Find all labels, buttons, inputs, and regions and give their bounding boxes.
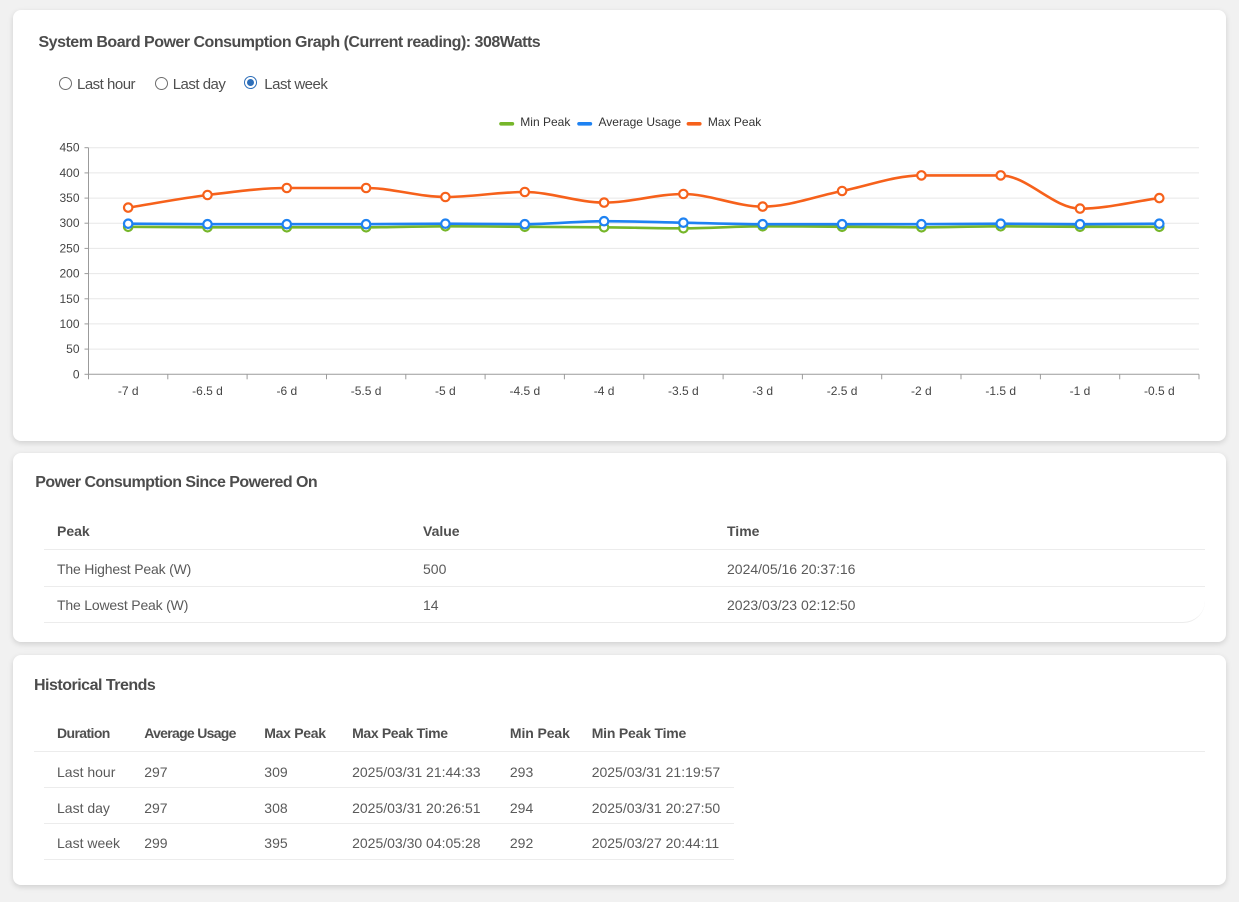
svg-text:Max Peak: Max Peak	[708, 115, 762, 129]
svg-text:-1.5 d: -1.5 d	[985, 384, 1016, 398]
svg-text:300: 300	[59, 216, 79, 230]
svg-text:-2 d: -2 d	[911, 384, 932, 398]
svg-text:0: 0	[73, 367, 80, 381]
svg-text:Average Usage: Average Usage	[599, 115, 682, 129]
svg-text:-3.5 d: -3.5 d	[668, 384, 699, 398]
svg-text:450: 450	[59, 141, 79, 155]
svg-text:-6 d: -6 d	[276, 384, 297, 398]
svg-text:-6.5 d: -6.5 d	[192, 384, 223, 398]
svg-text:-4 d: -4 d	[594, 384, 615, 398]
svg-text:200: 200	[59, 267, 79, 281]
svg-text:-5 d: -5 d	[435, 384, 456, 398]
svg-text:-5.5 d: -5.5 d	[351, 384, 382, 398]
svg-text:-1 d: -1 d	[1070, 384, 1091, 398]
svg-text:150: 150	[59, 292, 79, 306]
svg-text:100: 100	[59, 317, 79, 331]
svg-text:-7 d: -7 d	[118, 384, 139, 398]
svg-text:-0.5 d: -0.5 d	[1144, 384, 1175, 398]
svg-text:250: 250	[59, 241, 79, 255]
svg-text:400: 400	[59, 166, 79, 180]
svg-text:Min Peak: Min Peak	[520, 115, 571, 129]
svg-text:-2.5 d: -2.5 d	[827, 384, 858, 398]
svg-text:-3 d: -3 d	[752, 384, 773, 398]
svg-text:350: 350	[59, 191, 79, 205]
svg-text:50: 50	[66, 342, 80, 356]
svg-text:-4.5 d: -4.5 d	[509, 384, 540, 398]
